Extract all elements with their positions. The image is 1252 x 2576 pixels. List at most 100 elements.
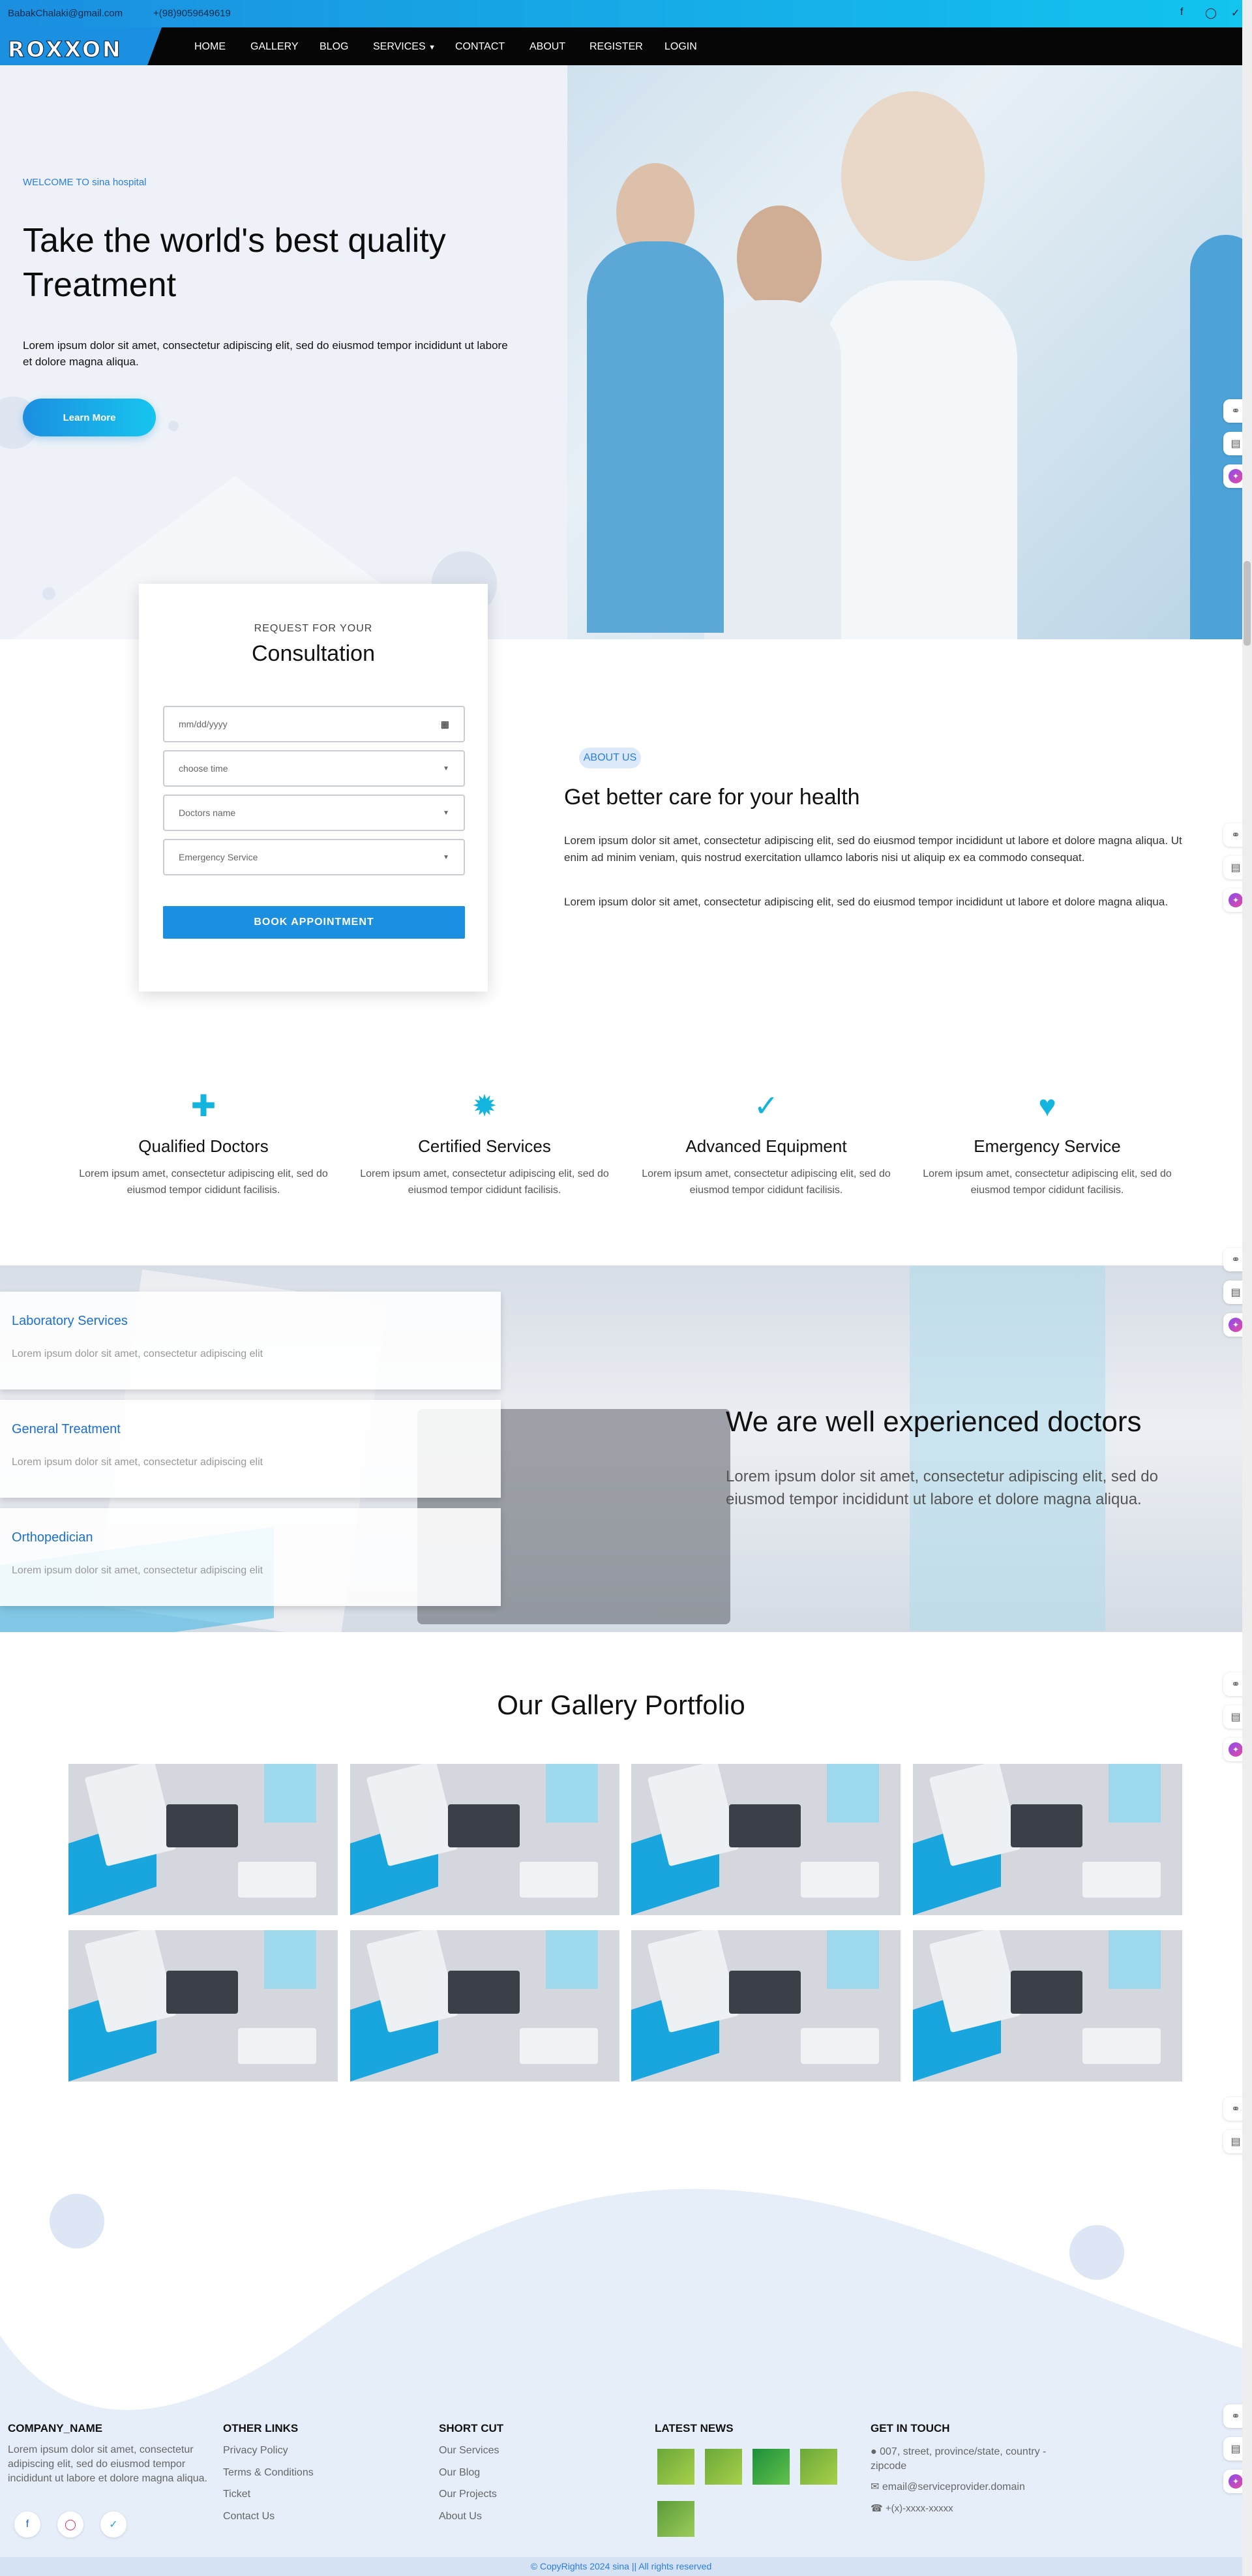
gallery-image[interactable] bbox=[68, 1930, 338, 2082]
hero-title: Take the world's best quality Treatment bbox=[23, 222, 446, 304]
doctor-face bbox=[841, 91, 985, 261]
footer-link-blog[interactable]: Our Blog bbox=[439, 2467, 480, 2479]
news-thumbnail[interactable] bbox=[657, 2449, 694, 2485]
feature-title: Emergency Service bbox=[974, 1136, 1121, 1156]
service-card-general-treatment[interactable]: General Treatment Lorem ipsum dolor sit … bbox=[0, 1400, 501, 1498]
footer-facebook-icon[interactable]: f bbox=[14, 2511, 40, 2538]
gallery-image-decor bbox=[448, 1804, 520, 1847]
site-logo[interactable]: ROXXON bbox=[8, 37, 123, 63]
gallery-image-decor bbox=[1109, 1930, 1161, 1989]
footer-shortcut-heading: SHORT CUT bbox=[439, 2422, 504, 2434]
date-placeholder: mm/dd/yyyy bbox=[179, 719, 228, 729]
footer-link-services[interactable]: Our Services bbox=[439, 2445, 499, 2457]
ai-assistant-badge: ✦ bbox=[1229, 893, 1243, 907]
ai-assistant-badge: ✦ bbox=[1229, 1318, 1243, 1332]
instagram-icon[interactable]: ◯ bbox=[1205, 7, 1217, 20]
consultation-title: Consultation bbox=[251, 641, 375, 666]
service-card-title: Orthopedician bbox=[12, 1530, 93, 1545]
gallery-image[interactable] bbox=[913, 1764, 1182, 1915]
gallery-image-decor bbox=[729, 1804, 801, 1847]
nav-register[interactable]: REGISTER bbox=[589, 41, 643, 53]
calendar-icon: ▦ bbox=[440, 718, 449, 729]
gallery-image[interactable] bbox=[350, 1930, 619, 2082]
gallery-image-decor bbox=[1082, 2028, 1161, 2064]
chevron-down-icon: ▼ bbox=[443, 765, 449, 772]
footer-latest-news-heading: LATEST NEWS bbox=[655, 2422, 734, 2434]
nav-about[interactable]: ABOUT bbox=[529, 41, 565, 53]
service-placeholder: Emergency Service bbox=[179, 852, 258, 862]
news-thumbnail[interactable] bbox=[657, 2501, 694, 2537]
footer-link-contact[interactable]: Contact Us bbox=[223, 2511, 275, 2523]
service-card-text: Lorem ipsum dolor sit amet, consectetur … bbox=[12, 1348, 263, 1359]
footer-other-links-heading: OTHER LINKS bbox=[223, 2422, 299, 2434]
contact-phone[interactable]: +(98)9059649619 bbox=[153, 8, 231, 19]
feature-title: Advanced Equipment bbox=[685, 1136, 847, 1156]
feature-emergency-service: ♥ Emergency Service Lorem ipsum amet, co… bbox=[917, 1089, 1178, 1198]
gallery-title: Our Gallery Portfolio bbox=[497, 1690, 745, 1720]
nav-services-label: SERVICES bbox=[373, 41, 426, 52]
gallery-image[interactable] bbox=[631, 1930, 901, 2082]
gallery-image[interactable] bbox=[631, 1764, 901, 1915]
about-paragraph: Lorem ipsum dolor sit amet, consectetur … bbox=[564, 896, 1169, 908]
gallery-image-decor bbox=[520, 1862, 598, 1898]
about-badge: ABOUT US bbox=[579, 748, 641, 768]
stethoscope-icon: ✓ bbox=[753, 1089, 779, 1123]
doctor-select[interactable]: Doctors name ▼ bbox=[163, 795, 465, 831]
page-scrollbar[interactable] bbox=[1242, 0, 1252, 2576]
doctor-coat bbox=[704, 300, 841, 639]
hero-decor-dot bbox=[42, 587, 55, 600]
news-thumbnail[interactable] bbox=[800, 2449, 837, 2485]
footer-link-about[interactable]: About Us bbox=[439, 2511, 482, 2523]
nav-login[interactable]: LOGIN bbox=[664, 41, 697, 53]
nav-home[interactable]: HOME bbox=[194, 41, 226, 53]
footer-twitter-icon[interactable]: ✓ bbox=[100, 2511, 127, 2538]
service-select[interactable]: Emergency Service ▼ bbox=[163, 839, 465, 875]
nav-contact[interactable]: CONTACT bbox=[455, 41, 505, 53]
ai-assistant-badge: ✦ bbox=[1229, 2474, 1243, 2489]
nav-services[interactable]: SERVICES ▼ bbox=[373, 41, 436, 53]
gallery-image-decor bbox=[827, 1930, 879, 1989]
caret-down-icon: ▼ bbox=[428, 44, 436, 52]
gallery-image-decor bbox=[729, 1971, 801, 2014]
scrollbar-thumb[interactable] bbox=[1244, 561, 1251, 646]
doctors-title: We are well experienced doctors bbox=[726, 1406, 1142, 1438]
footer-phone-text: +(x)-xxxx-xxxxx bbox=[885, 2503, 953, 2514]
twitter-icon[interactable]: ✓ bbox=[1231, 7, 1240, 20]
nav-gallery[interactable]: GALLERY bbox=[250, 41, 299, 53]
doctor-face bbox=[737, 205, 822, 310]
facebook-icon[interactable]: f bbox=[1180, 7, 1183, 18]
footer-instagram-icon[interactable]: ◯ bbox=[57, 2511, 83, 2538]
contact-email[interactable]: BabakChalaki@gmail.com bbox=[8, 8, 123, 19]
footer-link-projects[interactable]: Our Projects bbox=[439, 2489, 497, 2500]
feature-text: Lorem ipsum amet, consectetur adipiscing… bbox=[79, 1168, 328, 1196]
feature-qualified-doctors: ✚ Qualified Doctors Lorem ipsum amet, co… bbox=[73, 1089, 334, 1198]
book-appointment-button[interactable]: BOOK APPOINTMENT bbox=[163, 906, 465, 939]
nav-blog[interactable]: BLOG bbox=[320, 41, 348, 53]
doctor-placeholder: Doctors name bbox=[179, 808, 236, 818]
gallery-image-decor bbox=[801, 2028, 879, 2064]
folder-decor bbox=[910, 1265, 1105, 1631]
footer-link-ticket[interactable]: Ticket bbox=[223, 2489, 250, 2500]
footer-phone[interactable]: ☎ +(x)-xxxx-xxxxx bbox=[871, 2502, 953, 2514]
learn-more-button[interactable]: Learn More bbox=[23, 399, 156, 436]
footer-link-terms[interactable]: Terms & Conditions bbox=[223, 2467, 314, 2479]
service-card-laboratory[interactable]: Laboratory Services Lorem ipsum dolor si… bbox=[0, 1292, 501, 1389]
consultation-subtitle: REQUEST FOR YOUR bbox=[254, 623, 373, 634]
doctor-scrubs bbox=[587, 241, 724, 633]
gallery-image-decor bbox=[1011, 1804, 1082, 1847]
news-thumbnail[interactable] bbox=[705, 2449, 742, 2485]
hero-doctors-image bbox=[567, 65, 1242, 639]
news-thumbnail[interactable] bbox=[753, 2449, 790, 2485]
about-title: Get better care for your health bbox=[564, 785, 860, 810]
service-card-orthopedician[interactable]: Orthopedician Lorem ipsum dolor sit amet… bbox=[0, 1508, 501, 1606]
phone-icon: ☎ bbox=[871, 2503, 883, 2514]
gallery-image[interactable] bbox=[68, 1764, 338, 1915]
gallery-image[interactable] bbox=[913, 1930, 1182, 2082]
time-select[interactable]: choose time ▼ bbox=[163, 750, 465, 787]
gallery-image[interactable] bbox=[350, 1764, 619, 1915]
gallery-image-decor bbox=[546, 1930, 598, 1989]
experienced-doctors-section: Laboratory Services Lorem ipsum dolor si… bbox=[0, 1265, 1242, 1632]
date-input[interactable]: mm/dd/yyyy ▦ bbox=[163, 706, 465, 742]
footer-email[interactable]: ✉ email@serviceprovider.domain bbox=[871, 2480, 1025, 2493]
footer-link-privacy[interactable]: Privacy Policy bbox=[223, 2445, 288, 2457]
